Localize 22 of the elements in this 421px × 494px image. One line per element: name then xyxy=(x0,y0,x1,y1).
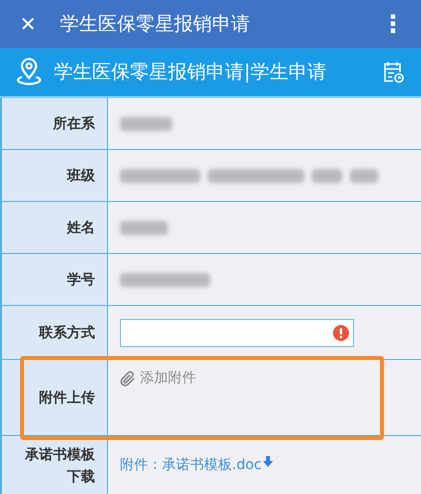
field-label: 姓名 xyxy=(66,218,95,238)
blurred-text xyxy=(120,220,168,234)
calendar-clock-icon[interactable] xyxy=(381,60,405,84)
blurred-text xyxy=(120,116,172,130)
add-attachment-button[interactable]: 添加附件 xyxy=(120,368,196,389)
blurred-text xyxy=(312,168,342,182)
location-pin-icon xyxy=(16,58,42,86)
menu-button[interactable]: ⋮ xyxy=(381,6,405,42)
field-label: 所在系 xyxy=(52,114,95,134)
field-label: 学号 xyxy=(66,270,95,290)
blurred-text xyxy=(350,168,378,182)
template-download-link[interactable]: 附件：承诺书模板.doc xyxy=(120,455,262,476)
field-label: 承诺书模板下载 xyxy=(24,446,95,486)
field-label: 班级 xyxy=(66,166,95,186)
breadcrumb-text: 学生医保零星报销申请|学生申请 xyxy=(54,60,326,85)
download-arrow-icon xyxy=(262,456,274,468)
paperclip-icon xyxy=(120,370,136,386)
field-label: 联系方式 xyxy=(38,324,95,342)
contact-field[interactable] xyxy=(120,318,354,346)
close-button[interactable]: ✕ xyxy=(16,9,40,39)
field-label: 附件上传 xyxy=(38,388,95,408)
app-bar-title: 学生医保零星报销申请 xyxy=(60,12,250,37)
